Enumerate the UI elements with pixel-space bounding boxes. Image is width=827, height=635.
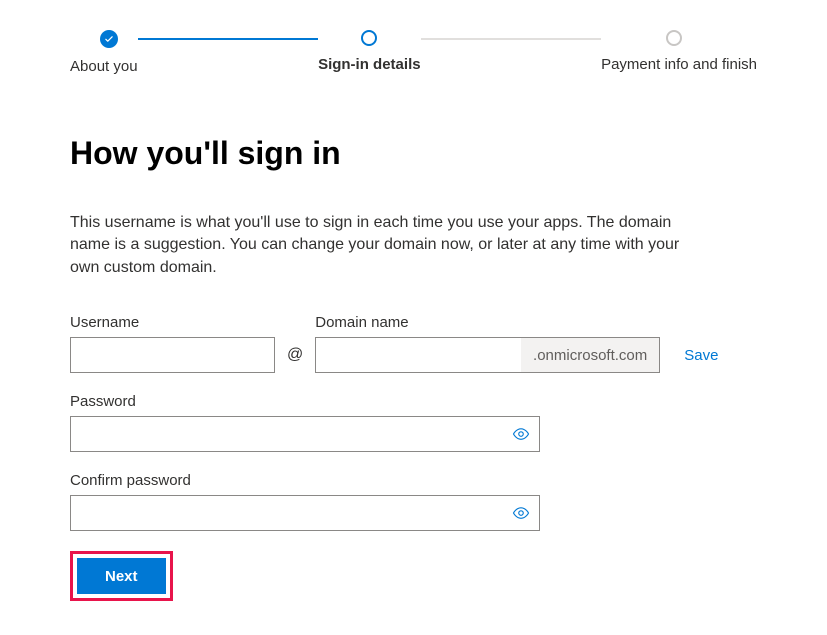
show-password-icon[interactable] [512, 425, 530, 443]
confirm-password-label: Confirm password [70, 472, 540, 489]
highlight-frame: Next [70, 551, 173, 601]
step-label: Sign-in details [318, 56, 421, 73]
next-button[interactable]: Next [77, 558, 166, 594]
domain-label: Domain name [315, 314, 660, 331]
username-input[interactable] [70, 337, 275, 373]
domain-input[interactable] [315, 337, 660, 373]
step-sign-in-details: Sign-in details [318, 30, 421, 73]
save-link[interactable]: Save [684, 337, 718, 373]
username-label: Username [70, 314, 275, 331]
step-about-you: About you [70, 30, 138, 75]
confirm-password-field-group: Confirm password [70, 472, 540, 531]
check-icon [100, 30, 118, 48]
step-circle-upcoming-icon [666, 30, 682, 46]
username-domain-row: Username @ Domain name .onmicrosoft.com … [70, 314, 757, 373]
stepper-connector [138, 38, 319, 40]
confirm-password-input[interactable] [70, 495, 540, 531]
password-input[interactable] [70, 416, 540, 452]
page-description: This username is what you'll use to sign… [70, 212, 710, 279]
step-payment-info: Payment info and finish [601, 30, 757, 73]
button-row: Next [70, 551, 757, 601]
domain-field-group: Domain name .onmicrosoft.com [315, 314, 660, 373]
step-label: Payment info and finish [601, 56, 757, 73]
at-symbol: @ [275, 337, 315, 373]
password-label: Password [70, 393, 540, 410]
page-heading: How you'll sign in [70, 135, 757, 172]
password-field-group: Password [70, 393, 540, 452]
step-label: About you [70, 58, 138, 75]
stepper-connector [421, 38, 602, 40]
password-row: Password [70, 393, 757, 452]
confirm-password-row: Confirm password [70, 472, 757, 531]
step-circle-current-icon [361, 30, 377, 46]
show-confirm-password-icon[interactable] [512, 504, 530, 522]
username-field-group: Username [70, 314, 275, 373]
progress-stepper: About you Sign-in details Payment info a… [70, 30, 757, 75]
